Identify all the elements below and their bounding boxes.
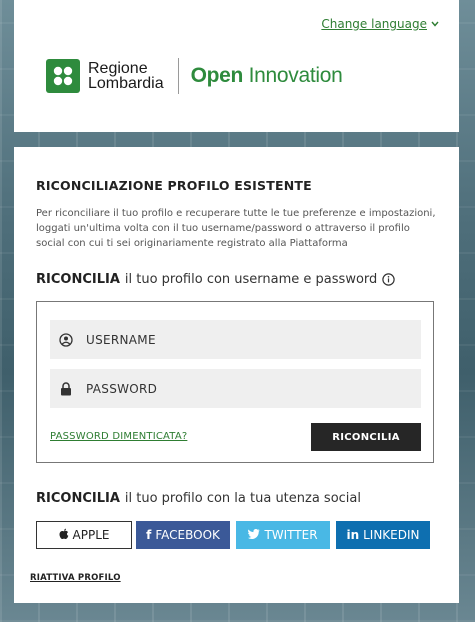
apple-icon (59, 528, 69, 543)
facebook-login-button[interactable]: f FACEBOOK (136, 521, 230, 549)
apple-label: APPLE (72, 528, 110, 542)
reconcile-card: RICONCILIAZIONE PROFILO ESISTENTE Per ri… (14, 147, 459, 603)
login-heading-rest: il tuo profilo con username e password (124, 272, 378, 287)
lock-icon (58, 381, 74, 396)
linkedin-login-button[interactable]: in LINKEDIN (336, 521, 430, 549)
user-icon (58, 332, 74, 347)
forgot-password-link[interactable]: PASSWORD DIMENTICATA? (50, 431, 187, 442)
username-label: USERNAME (86, 332, 156, 347)
login-form: USERNAME PASSWORD PASSWORD DIMENTICATA? … (36, 301, 434, 463)
change-language-link[interactable]: Change language (321, 17, 439, 31)
reactivate-profile-link[interactable]: RIATTIVA PROFILO (30, 573, 121, 583)
change-language-label: Change language (321, 17, 427, 31)
apple-login-button[interactable]: APPLE (36, 521, 132, 549)
social-heading: RICONCILIA il tuo profilo con la tua uten… (36, 491, 361, 506)
twitter-icon (248, 528, 261, 542)
password-field[interactable]: PASSWORD (50, 369, 421, 408)
logo: Regione Lombardia Open Innovation (46, 58, 343, 94)
brand-rest: Innovation (243, 64, 343, 87)
twitter-label: TWITTER (264, 528, 318, 542)
chevron-down-icon (431, 19, 439, 30)
open-innovation-brand: Open Innovation (191, 64, 343, 88)
brand-bold: Open (190, 64, 244, 87)
facebook-icon: f (146, 528, 152, 542)
username-field[interactable]: USERNAME (50, 320, 421, 359)
social-heading-bold: RICONCILIA (36, 491, 120, 506)
linkedin-icon: in (346, 528, 360, 542)
login-heading: RICONCILIA il tuo profilo con username e… (36, 272, 395, 287)
twitter-login-button[interactable]: TWITTER (236, 521, 330, 549)
linkedin-label: LINKEDIN (363, 528, 420, 542)
logo-line-2: Lombardia (88, 75, 164, 92)
page-title: RICONCILIAZIONE PROFILO ESISTENTE (36, 178, 312, 193)
regione-lombardia-logo-icon (46, 59, 80, 93)
password-label: PASSWORD (86, 381, 158, 396)
facebook-label: FACEBOOK (155, 528, 220, 542)
logo-divider (177, 58, 179, 94)
logo-line-1: Regione (88, 60, 148, 77)
reconcile-button[interactable]: RICONCILIA (311, 423, 421, 451)
header-card: Change language Regione Lombardia Open I… (14, 0, 459, 132)
login-heading-bold: RICONCILIA (36, 272, 120, 287)
info-icon[interactable] (382, 273, 395, 286)
social-heading-rest: il tuo profilo con la tua utenza social (124, 491, 361, 506)
description: Per riconciliare il tuo profilo e recupe… (36, 208, 436, 249)
